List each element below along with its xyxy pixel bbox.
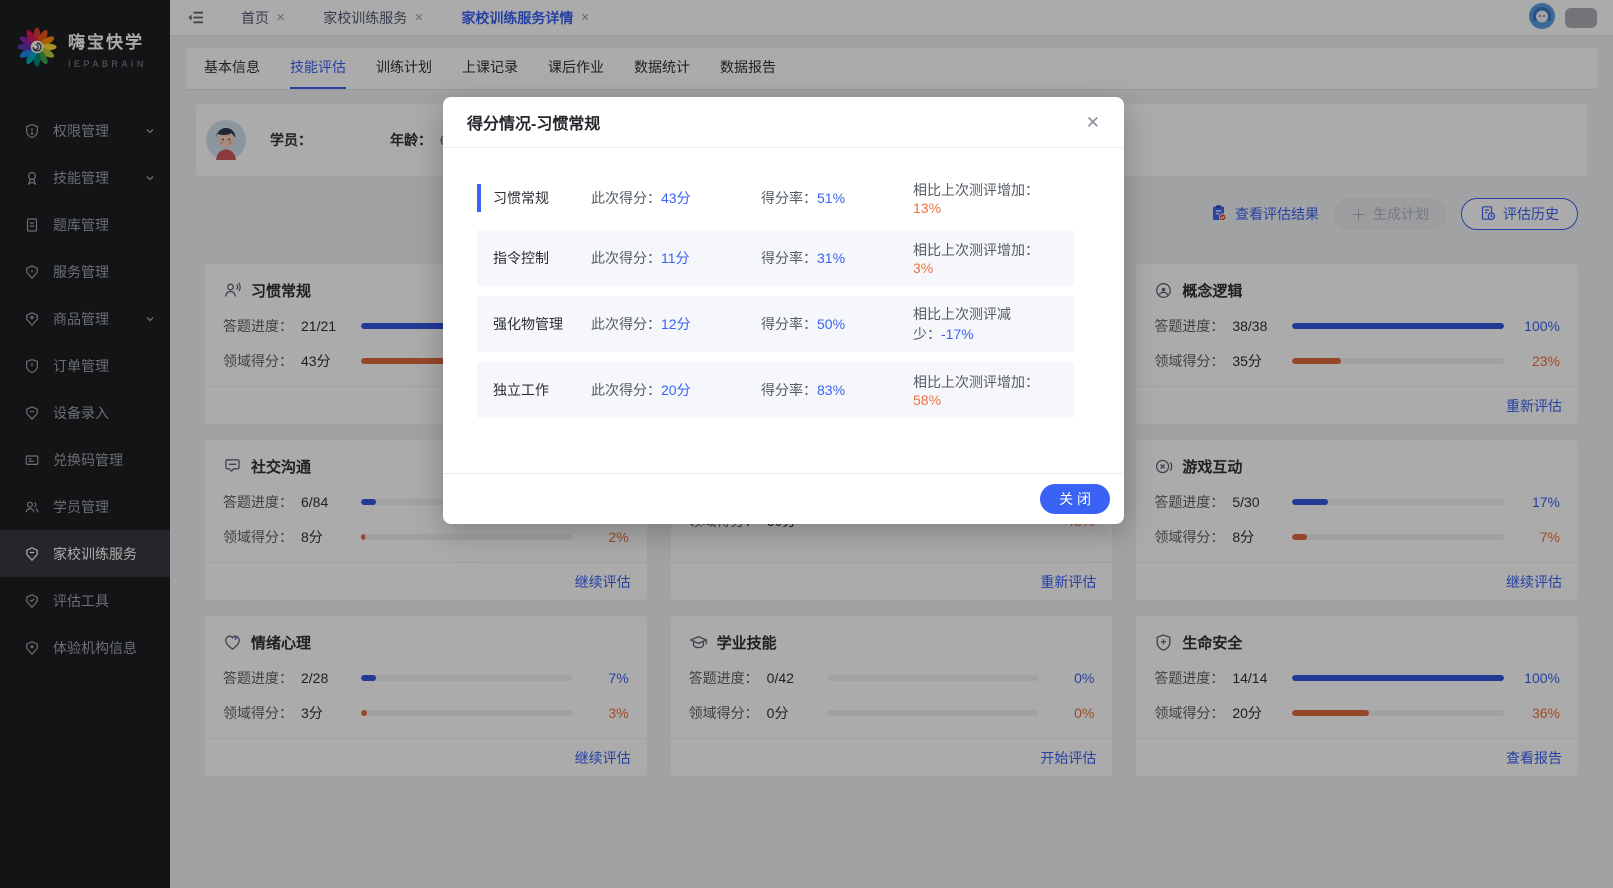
score-label: 此次得分： (591, 190, 661, 206)
score-value: 11分 (661, 250, 690, 266)
row-name: 习惯常规 (493, 188, 591, 208)
score-detail-modal: 得分情况-习惯常规 ✕ 习惯常规 此次得分：43分 得分率：51% 相比上次测评… (443, 97, 1124, 524)
rate-label: 得分率： (761, 382, 817, 398)
row-name: 独立工作 (493, 380, 591, 400)
row-name: 强化物管理 (493, 314, 591, 334)
score-label: 此次得分： (591, 382, 661, 398)
diff-label: 相比上次测评增加： (913, 242, 1039, 258)
score-value: 20分 (661, 382, 691, 398)
diff-value: 13% (913, 200, 941, 216)
score-value: 43分 (661, 190, 691, 206)
modal-body: 习惯常规 此次得分：43分 得分率：51% 相比上次测评增加：13% 指令控制 … (443, 148, 1124, 418)
score-value: 12分 (661, 316, 691, 332)
score-row-instruction-control: 指令控制 此次得分：11分 得分率：31% 相比上次测评增加： 3% (477, 230, 1074, 286)
rate-label: 得分率： (761, 190, 817, 206)
diff-label: 相比上次测评增加： (913, 374, 1039, 390)
modal-title: 得分情况-习惯常规 (467, 110, 600, 134)
rate-label: 得分率： (761, 250, 817, 266)
row-name: 指令控制 (493, 248, 591, 268)
score-row-independent-work: 独立工作 此次得分：20分 得分率：83% 相比上次测评增加： 58% (477, 362, 1074, 418)
diff-label: 相比上次测评增加： (913, 182, 1039, 198)
rate-value: 83% (817, 382, 845, 398)
score-label: 此次得分： (591, 316, 661, 332)
rate-value: 31% (817, 250, 845, 266)
diff-value: -17% (941, 326, 974, 342)
score-row-reinforcer-management: 强化物管理 此次得分：12分 得分率：50% 相比上次测评减少：-17% (477, 296, 1074, 352)
close-modal-icon[interactable]: ✕ (1086, 114, 1100, 131)
score-label: 此次得分： (591, 250, 661, 266)
rate-value: 51% (817, 190, 845, 206)
rate-label: 得分率： (761, 316, 817, 332)
close-modal-button[interactable]: 关 闭 (1040, 484, 1110, 514)
score-row-habit-routine: 习惯常规 此次得分：43分 得分率：51% 相比上次测评增加： 13% (477, 176, 1074, 220)
rate-value: 50% (817, 316, 845, 332)
diff-value: 58% (913, 392, 941, 408)
diff-value: 3% (913, 260, 933, 276)
